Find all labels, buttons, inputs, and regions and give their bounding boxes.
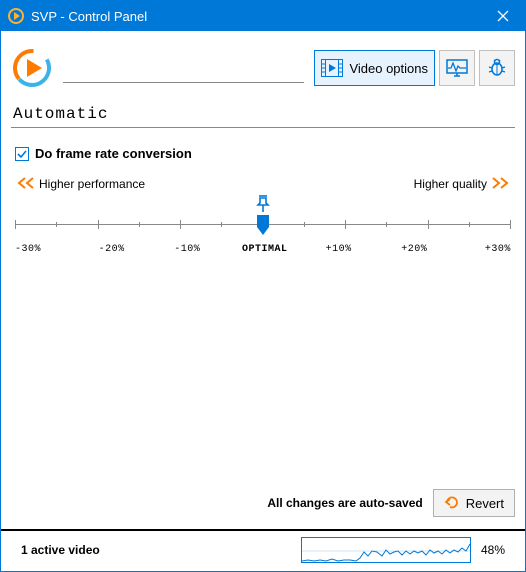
tick-6: +30% [469, 244, 511, 255]
bug-icon [486, 57, 508, 79]
content-area: Video options [1, 31, 525, 571]
app-icon [7, 7, 25, 25]
svp-logo [11, 47, 53, 89]
window-title: SVP - Control Panel [31, 9, 480, 24]
monitor-icon [446, 57, 468, 79]
tick-4: +10% [318, 244, 360, 255]
autosave-row: All changes are auto-saved Revert [1, 479, 525, 531]
slider-tick-labels: -30% -20% -10% OPTIMAL +10% +20% +30% [15, 244, 511, 255]
video-options-label: Video options [349, 61, 428, 76]
performance-slider[interactable] [15, 218, 511, 244]
video-options-button[interactable]: Video options [314, 50, 435, 86]
monitor-button[interactable] [439, 50, 475, 86]
bug-button[interactable] [479, 50, 515, 86]
status-bar: 1 active video 48% [11, 531, 515, 571]
toolbar-divider [63, 82, 304, 83]
frame-rate-checkbox[interactable] [15, 147, 29, 161]
titlebar[interactable]: SVP - Control Panel [1, 1, 525, 31]
tick-3: OPTIMAL [242, 244, 284, 255]
revert-icon [444, 495, 460, 512]
tick-0: -30% [15, 244, 57, 255]
close-button[interactable] [480, 1, 525, 31]
chevron-left-icon[interactable] [17, 177, 35, 191]
video-options-icon [321, 57, 343, 79]
performance-graph[interactable] [301, 537, 471, 563]
frame-rate-row: Do frame rate conversion [11, 128, 515, 177]
slider-left-label: Higher performance [39, 177, 145, 191]
top-toolbar: Video options [11, 41, 515, 95]
performance-slider-area: Higher performance Higher quality [11, 177, 515, 255]
revert-label: Revert [466, 496, 504, 511]
pin-icon [255, 195, 271, 216]
app-window: SVP - Control Panel [0, 0, 526, 572]
active-videos-label[interactable]: 1 active video [21, 543, 100, 557]
autosave-label: All changes are auto-saved [267, 496, 422, 510]
tick-2: -10% [166, 244, 208, 255]
tick-1: -20% [91, 244, 133, 255]
slider-right-label: Higher quality [414, 177, 487, 191]
cpu-percent-label: 48% [481, 543, 505, 557]
mode-label[interactable]: Automatic [11, 99, 515, 128]
slider-thumb[interactable] [255, 215, 271, 240]
tick-5: +20% [393, 244, 435, 255]
frame-rate-label: Do frame rate conversion [35, 146, 192, 161]
chevron-right-icon[interactable] [491, 177, 509, 191]
revert-button[interactable]: Revert [433, 489, 515, 517]
